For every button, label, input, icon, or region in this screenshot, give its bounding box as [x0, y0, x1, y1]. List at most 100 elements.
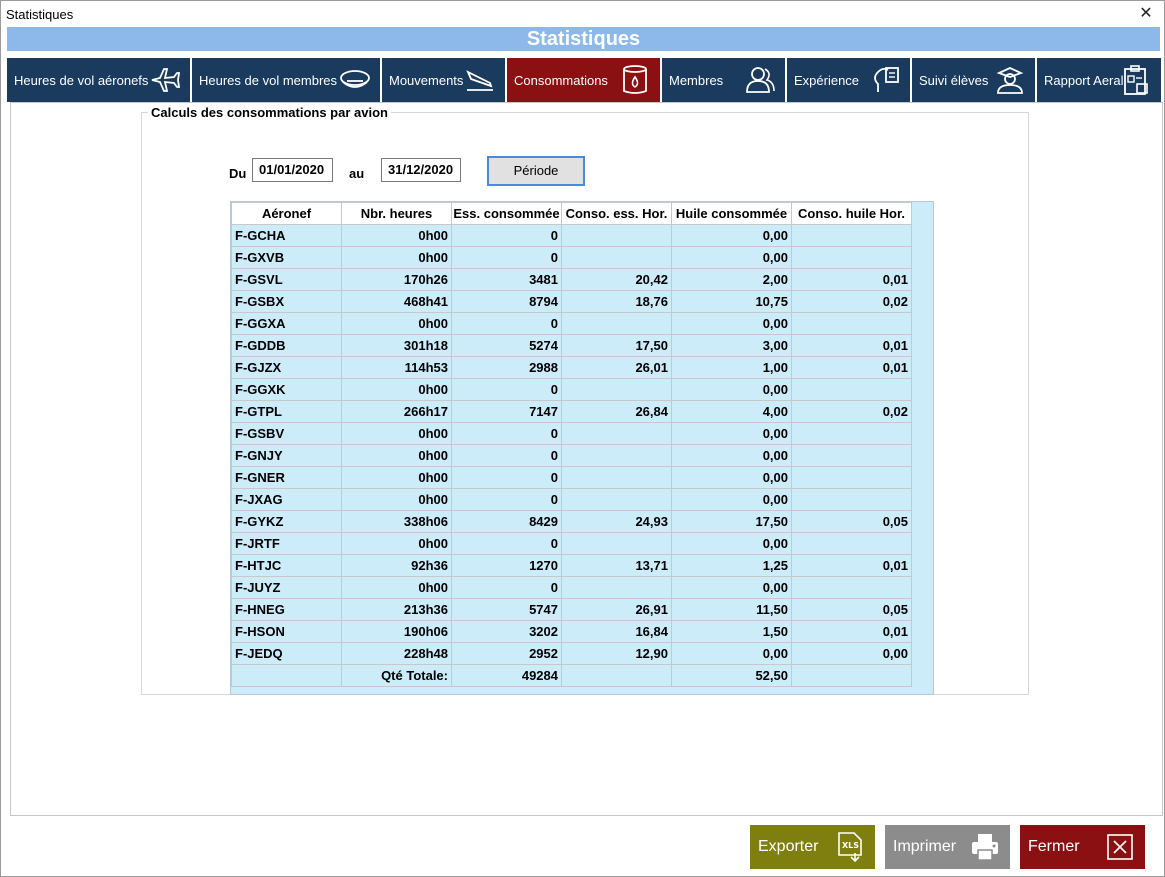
- cell-oil: 0,00: [671, 532, 792, 555]
- xls-export-icon: XLS: [835, 831, 865, 863]
- cell-oil: 3,00: [671, 334, 792, 357]
- cell-oil: 1,25: [671, 554, 792, 577]
- tab-student-tracking[interactable]: Suivi élèves: [912, 58, 1037, 102]
- cell-fuel-rate: 20,42: [561, 268, 672, 291]
- cell-oil-rate: [791, 444, 912, 467]
- table-row[interactable]: F-JXAG 0h00 0 0,00: [231, 488, 912, 511]
- cell-aircraft: F-JXAG: [231, 488, 342, 511]
- table-row[interactable]: F-GDDB 301h18 5274 17,50 3,00 0,01: [231, 334, 912, 357]
- col-header-oil-rate[interactable]: Conso. huile Hor.: [791, 202, 912, 225]
- cell-aircraft: F-JUYZ: [231, 576, 342, 599]
- cell-aircraft: F-GDDB: [231, 334, 342, 357]
- table-row[interactable]: F-JEDQ 228h48 2952 12,90 0,00 0,00: [231, 642, 912, 665]
- cell-fuel-rate: [561, 246, 672, 269]
- table-row[interactable]: F-HTJC 92h36 1270 13,71 1,25 0,01: [231, 554, 912, 577]
- tab-member-hours[interactable]: Heures de vol membres: [192, 58, 382, 102]
- cell-fuel: 8429: [451, 510, 562, 533]
- cell-oil: 10,75: [671, 290, 792, 313]
- table-row[interactable]: F-GNER 0h00 0 0,00: [231, 466, 912, 489]
- cell-hours: 0h00: [341, 224, 452, 247]
- tab-label: Membres: [669, 72, 724, 88]
- cell-aircraft: F-JRTF: [231, 532, 342, 555]
- window-title: Statistiques: [6, 7, 74, 22]
- cell-oil: 0,00: [671, 444, 792, 467]
- cell-oil: 0,00: [671, 224, 792, 247]
- table-row[interactable]: F-GGXA 0h00 0 0,00: [231, 312, 912, 335]
- period-button[interactable]: Période: [487, 156, 585, 186]
- cell-fuel-rate: 26,01: [561, 356, 672, 379]
- cell-hours: 338h06: [341, 510, 452, 533]
- print-button[interactable]: Imprimer: [885, 825, 1010, 869]
- cell-aircraft: F-GXVB: [231, 246, 342, 269]
- cell-hours: 0h00: [341, 488, 452, 511]
- cell-oil: 0,00: [671, 466, 792, 489]
- tab-aircraft-hours[interactable]: Heures de vol aéronefs: [7, 58, 192, 102]
- cell-fuel-rate: [561, 312, 672, 335]
- close-button[interactable]: Fermer: [1020, 825, 1145, 869]
- cell-hours: 0h00: [341, 576, 452, 599]
- table-row[interactable]: F-GJZX 114h53 2988 26,01 1,00 0,01: [231, 356, 912, 379]
- col-header-hours[interactable]: Nbr. heures: [341, 202, 452, 225]
- close-icon[interactable]: ✕: [1136, 4, 1156, 24]
- cell-oil: 0,00: [671, 246, 792, 269]
- cell-aircraft: F-JEDQ: [231, 642, 342, 665]
- cell-fuel: 0: [451, 224, 562, 247]
- cell-oil-rate: 0,00: [791, 642, 912, 665]
- table-row[interactable]: F-GCHA 0h00 0 0,00: [231, 224, 912, 247]
- table-row[interactable]: F-JUYZ 0h00 0 0,00: [231, 576, 912, 599]
- cell-fuel-rate: [561, 664, 672, 687]
- table-row[interactable]: F-GNJY 0h00 0 0,00: [231, 444, 912, 467]
- tab-bar: Heures de vol aéronefs Heures de vol mem…: [7, 58, 1161, 102]
- tab-movements[interactable]: Mouvements: [382, 58, 507, 102]
- cell-fuel-rate: 18,76: [561, 290, 672, 313]
- cell-hours: 92h36: [341, 554, 452, 577]
- tab-aeral-report[interactable]: Rapport Aeral: [1037, 58, 1161, 102]
- report-icon: [1119, 64, 1153, 96]
- export-button[interactable]: Exporter XLS: [750, 825, 875, 869]
- col-header-fuel[interactable]: Ess. consommée: [451, 202, 562, 225]
- cell-oil-rate: [791, 224, 912, 247]
- table-row[interactable]: F-GSBX 468h41 8794 18,76 10,75 0,02: [231, 290, 912, 313]
- consumption-grid: Aéronef Nbr. heures Ess. consommée Conso…: [230, 201, 934, 695]
- cell-hours: 213h36: [341, 598, 452, 621]
- cell-oil-rate: [791, 532, 912, 555]
- cell-aircraft: F-GSBV: [231, 422, 342, 445]
- table-row[interactable]: F-GSBV 0h00 0 0,00: [231, 422, 912, 445]
- table-row[interactable]: F-GSVL 170h26 3481 20,42 2,00 0,01: [231, 268, 912, 291]
- col-header-oil[interactable]: Huile consommée: [671, 202, 792, 225]
- cell-aircraft: F-GCHA: [231, 224, 342, 247]
- cell-hours: 190h06: [341, 620, 452, 643]
- cell-fuel: 0: [451, 246, 562, 269]
- cell-hours: 0h00: [341, 312, 452, 335]
- cell-fuel: 2988: [451, 356, 562, 379]
- table-row[interactable]: F-HNEG 213h36 5747 26,91 11,50 0,05: [231, 598, 912, 621]
- cell-aircraft: F-HTJC: [231, 554, 342, 577]
- table-row[interactable]: F-HSON 190h06 3202 16,84 1,50 0,01: [231, 620, 912, 643]
- table-row[interactable]: F-GYKZ 338h06 8429 24,93 17,50 0,05: [231, 510, 912, 533]
- print-label: Imprimer: [893, 838, 957, 855]
- cell-fuel: 0: [451, 532, 562, 555]
- tab-consumptions[interactable]: Consommations: [507, 58, 662, 102]
- table-row[interactable]: F-GTPL 266h17 7147 26,84 4,00 0,02: [231, 400, 912, 423]
- cell-oil-rate: [791, 246, 912, 269]
- cell-fuel-rate: 26,84: [561, 400, 672, 423]
- from-date-field[interactable]: 01/01/2020: [252, 158, 333, 182]
- table-body: F-GCHA 0h00 0 0,00 F-GXVB 0h00 0 0,00 F-GSVL 170h…: [231, 224, 912, 687]
- cell-aircraft: F-GSVL: [231, 268, 342, 291]
- tab-members[interactable]: Membres: [662, 58, 787, 102]
- table-row[interactable]: F-JRTF 0h00 0 0,00: [231, 532, 912, 555]
- cell-fuel-rate: 24,93: [561, 510, 672, 533]
- table-total-row[interactable]: Qté Totale: 49284 52,50: [231, 664, 912, 687]
- printer-icon: [970, 831, 1000, 863]
- to-date-field[interactable]: 31/12/2020: [381, 158, 461, 182]
- cell-aircraft: F-HNEG: [231, 598, 342, 621]
- col-header-aircraft[interactable]: Aéronef: [231, 202, 342, 225]
- tab-label: Heures de vol aéronefs: [14, 72, 149, 88]
- cell-oil: 0,00: [671, 312, 792, 335]
- cell-fuel-rate: [561, 224, 672, 247]
- table-row[interactable]: F-GXVB 0h00 0 0,00: [231, 246, 912, 269]
- experience-icon: [868, 64, 902, 96]
- col-header-fuel-rate[interactable]: Conso. ess. Hor.: [561, 202, 672, 225]
- table-row[interactable]: F-GGXK 0h00 0 0,00: [231, 378, 912, 401]
- tab-experience[interactable]: Expérience: [787, 58, 912, 102]
